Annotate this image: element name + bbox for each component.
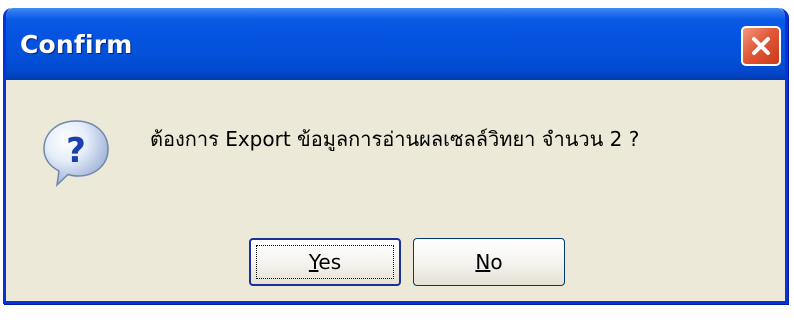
no-button-label: No [475,250,503,274]
dialog-body: ? ต้องการ Export ข้อมูลการอ่านผลเซลล์วิท… [6,80,785,301]
close-icon [752,37,770,55]
svg-text:?: ? [66,131,86,171]
no-button[interactable]: No [413,238,565,286]
window-title: Confirm [20,30,133,59]
question-icon: ? [40,117,112,189]
yes-button[interactable]: Yes [249,238,401,286]
confirm-dialog: Confirm ? ต้องการ Export ข้อมูลการอ่านผล… [3,8,788,304]
title-bar[interactable]: Confirm [6,8,785,80]
yes-button-label: Yes [308,250,342,274]
close-button[interactable] [741,26,781,66]
confirm-message: ต้องการ Export ข้อมูลการอ่านผลเซลล์วิทยา… [150,127,640,151]
